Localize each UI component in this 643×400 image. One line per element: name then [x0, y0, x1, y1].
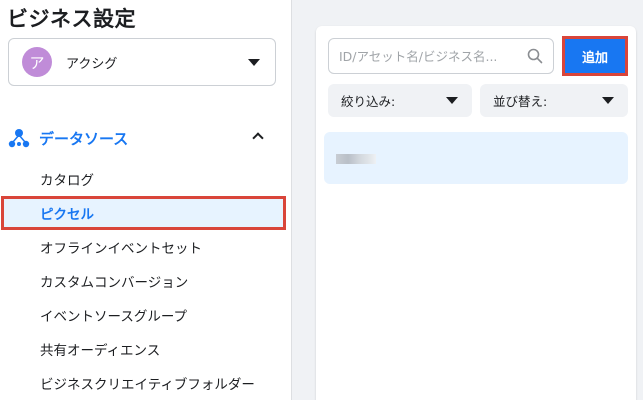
sidebar: ビジネス設定 ア アクシグ データソース カタログ ピクセル オフラインイベント… — [0, 0, 292, 400]
section-data-sources[interactable]: データソース — [8, 122, 276, 154]
sidebar-item-event-source-groups[interactable]: イベントソースグループ — [0, 298, 290, 332]
caret-down-icon — [602, 97, 614, 104]
sidebar-item-offline-event-sets[interactable]: オフラインイベントセット — [0, 230, 290, 264]
content-panel: 追加 絞り込み: 並び替え: — [316, 26, 636, 400]
section-label: データソース — [39, 129, 129, 148]
sidebar-item-pixel[interactable]: ピクセル — [1, 196, 286, 230]
add-button-highlight: 追加 — [562, 36, 628, 76]
sort-label: 並び替え: — [493, 94, 548, 109]
add-button[interactable]: 追加 — [565, 39, 625, 73]
avatar: ア — [22, 47, 52, 77]
caret-down-icon — [248, 59, 260, 66]
list-item[interactable] — [324, 132, 628, 184]
account-selector[interactable]: ア アクシグ — [8, 38, 276, 86]
page-title: ビジネス設定 — [7, 7, 136, 31]
search-input[interactable] — [339, 48, 519, 64]
sidebar-item-shared-audiences[interactable]: 共有オーディエンス — [0, 332, 290, 366]
sort-dropdown[interactable]: 並び替え: — [480, 84, 628, 117]
caret-down-icon — [446, 97, 458, 104]
sidebar-item-catalog[interactable]: カタログ — [0, 162, 290, 196]
sidebar-item-creative-folders[interactable]: ビジネスクリエイティブフォルダー — [0, 366, 290, 400]
nav-list: カタログ ピクセル オフラインイベントセット カスタムコンバージョン イベントソ… — [0, 162, 290, 400]
filter-dropdown[interactable]: 絞り込み: — [328, 84, 472, 117]
redacted-name — [336, 154, 376, 164]
sidebar-item-custom-conversions[interactable]: カスタムコンバージョン — [0, 264, 290, 298]
data-source-icon — [8, 127, 30, 149]
filter-label: 絞り込み: — [341, 94, 396, 109]
account-name: アクシグ — [66, 56, 118, 72]
search-icon[interactable] — [527, 48, 543, 64]
chevron-up-icon[interactable] — [252, 132, 264, 144]
search-box[interactable] — [328, 38, 554, 74]
